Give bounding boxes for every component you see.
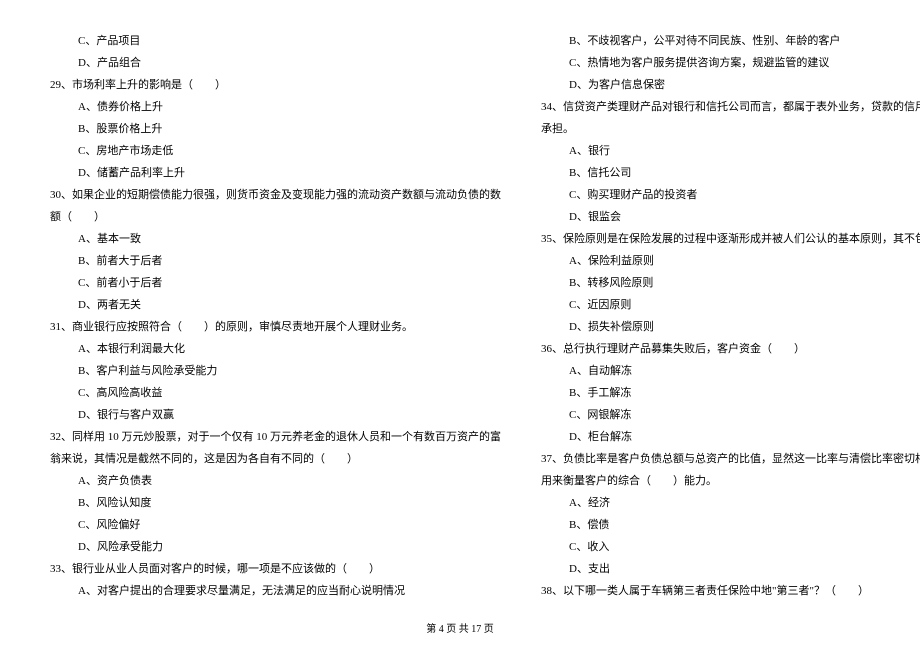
option-text: C、高风险高收益 <box>50 382 501 404</box>
question-text: 承担。 <box>541 118 920 140</box>
option-text: B、不歧视客户，公平对待不同民族、性别、年龄的客户 <box>541 30 920 52</box>
question-text: 31、商业银行应按照符合（ ）的原则，审慎尽责地开展个人理财业务。 <box>50 316 501 338</box>
option-text: B、前者大于后者 <box>50 250 501 272</box>
left-column: C、产品项目D、产品组合29、市场利率上升的影响是（ ）A、债券价格上升B、股票… <box>50 30 501 610</box>
question-text: 用来衡量客户的综合（ ）能力。 <box>541 470 920 492</box>
option-text: D、风险承受能力 <box>50 536 501 558</box>
option-text: A、保险利益原则 <box>541 250 920 272</box>
option-text: D、柜台解冻 <box>541 426 920 448</box>
option-text: C、热情地为客户服务提供咨询方案，规避监管的建议 <box>541 52 920 74</box>
option-text: D、为客户信息保密 <box>541 74 920 96</box>
question-text: 36、总行执行理财产品募集失败后，客户资金（ ） <box>541 338 920 360</box>
option-text: A、债券价格上升 <box>50 96 501 118</box>
option-text: D、银监会 <box>541 206 920 228</box>
option-text: C、房地产市场走低 <box>50 140 501 162</box>
question-text: 38、以下哪一类人属于车辆第三者责任保险中地"第三者"？（ ） <box>541 580 920 602</box>
question-text: 34、信贷资产类理财产品对银行和信托公司而言，都属于表外业务，贷款的信用风险完全… <box>541 96 920 118</box>
option-text: C、购买理财产品的投资者 <box>541 184 920 206</box>
option-text: A、本银行利润最大化 <box>50 338 501 360</box>
option-text: C、产品项目 <box>50 30 501 52</box>
option-text: C、风险偏好 <box>50 514 501 536</box>
option-text: A、基本一致 <box>50 228 501 250</box>
option-text: A、经济 <box>541 492 920 514</box>
option-text: A、资产负债表 <box>50 470 501 492</box>
option-text: C、网银解冻 <box>541 404 920 426</box>
option-text: A、银行 <box>541 140 920 162</box>
page-footer: 第 4 页 共 17 页 <box>0 620 920 635</box>
question-text: 32、同样用 10 万元炒股票，对于一个仅有 10 万元养老金的退休人员和一个有… <box>50 426 501 448</box>
option-text: A、对客户提出的合理要求尽量满足，无法满足的应当耐心说明情况 <box>50 580 501 602</box>
question-text: 33、银行业从业人员面对客户的时候，哪一项是不应该做的（ ） <box>50 558 501 580</box>
option-text: B、股票价格上升 <box>50 118 501 140</box>
question-text: 29、市场利率上升的影响是（ ） <box>50 74 501 96</box>
option-text: C、收入 <box>541 536 920 558</box>
option-text: B、手工解冻 <box>541 382 920 404</box>
page-columns: C、产品项目D、产品组合29、市场利率上升的影响是（ ）A、债券价格上升B、股票… <box>50 30 870 610</box>
option-text: B、转移风险原则 <box>541 272 920 294</box>
question-text: 30、如果企业的短期偿债能力很强，则货币资金及变现能力强的流动资产数额与流动负债… <box>50 184 501 206</box>
question-text: 额（ ） <box>50 206 501 228</box>
option-text: B、偿债 <box>541 514 920 536</box>
question-text: 37、负债比率是客户负债总额与总资产的比值，显然这一比率与清偿比率密切相关，同样… <box>541 448 920 470</box>
right-column: B、不歧视客户，公平对待不同民族、性别、年龄的客户C、热情地为客户服务提供咨询方… <box>541 30 920 610</box>
option-text: D、损失补偿原则 <box>541 316 920 338</box>
option-text: C、前者小于后者 <box>50 272 501 294</box>
option-text: D、两者无关 <box>50 294 501 316</box>
option-text: A、自动解冻 <box>541 360 920 382</box>
option-text: B、风险认知度 <box>50 492 501 514</box>
option-text: D、支出 <box>541 558 920 580</box>
option-text: B、客户利益与风险承受能力 <box>50 360 501 382</box>
option-text: C、近因原则 <box>541 294 920 316</box>
option-text: D、银行与客户双赢 <box>50 404 501 426</box>
option-text: B、信托公司 <box>541 162 920 184</box>
question-text: 35、保险原则是在保险发展的过程中逐渐形成并被人们公认的基本原则，其不包括（ ） <box>541 228 920 250</box>
question-text: 翁来说，其情况是截然不同的，这是因为各自有不同的（ ） <box>50 448 501 470</box>
option-text: D、储蓄产品利率上升 <box>50 162 501 184</box>
option-text: D、产品组合 <box>50 52 501 74</box>
